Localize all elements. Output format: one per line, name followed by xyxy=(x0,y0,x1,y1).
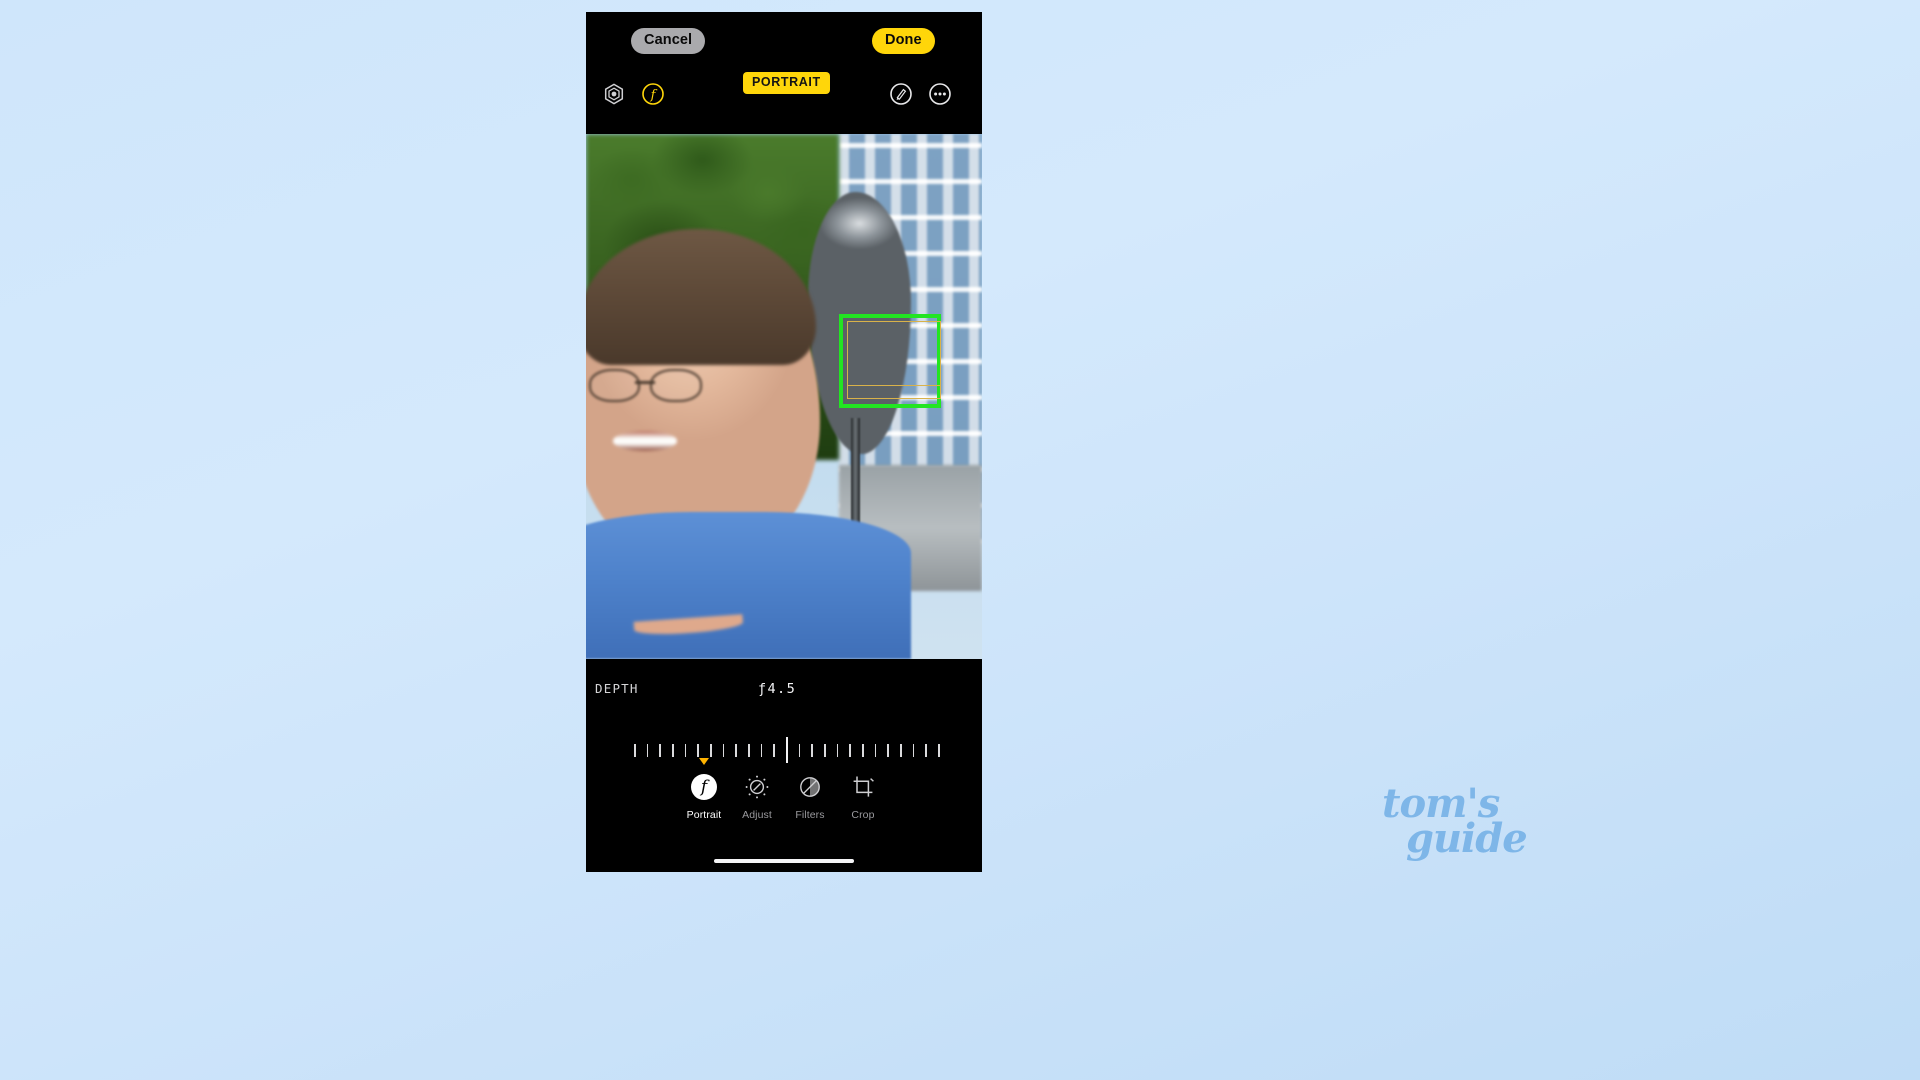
done-button[interactable]: Done xyxy=(872,28,935,54)
slider-tick xyxy=(646,744,649,757)
home-indicator[interactable] xyxy=(714,858,854,863)
slider-tick xyxy=(874,744,877,757)
cancel-button[interactable]: Cancel xyxy=(631,28,706,54)
focus-box-secondary[interactable] xyxy=(847,321,941,399)
svg-text:f: f xyxy=(650,88,658,103)
tab-crop[interactable]: Crop xyxy=(827,770,899,821)
glasses-bridge xyxy=(635,381,656,384)
slider-tick xyxy=(748,744,750,757)
editor-tab-bar: f Portrait Adjust Filters Crop xyxy=(586,758,982,844)
slider-tick xyxy=(659,744,661,757)
slider-tick xyxy=(735,744,737,757)
portrait-mode-badge[interactable]: PORTRAIT xyxy=(743,72,830,94)
page-root: Cancel Done f PORTRAIT DEPTH ƒ4.5 f Port… xyxy=(0,0,1920,1080)
slider-tick xyxy=(824,744,826,757)
slider-tick xyxy=(710,744,712,757)
slider-center-tick xyxy=(786,737,788,763)
slider-tick xyxy=(760,744,763,757)
slider-tick xyxy=(912,744,915,757)
slider-tick xyxy=(634,744,636,757)
depth-row: DEPTH ƒ4.5 xyxy=(586,681,982,701)
f-aperture-icon[interactable]: f xyxy=(641,82,665,106)
glasses-lens-left xyxy=(588,369,641,403)
depth-value: ƒ4.5 xyxy=(758,681,797,697)
photo-preview[interactable] xyxy=(586,134,982,659)
photo-subject-shirt xyxy=(586,512,911,659)
watermark-line-2: guide xyxy=(1406,815,1528,863)
tab-crop-label: Crop xyxy=(851,809,875,821)
editor-top-bar: Cancel Done f PORTRAIT xyxy=(586,12,982,134)
toms-guide-watermark: tom's guide xyxy=(1382,783,1550,863)
slider-tick xyxy=(900,744,902,757)
photo-subject-mouth xyxy=(613,431,678,451)
slider-tick xyxy=(925,744,927,757)
phone-screen: Cancel Done f PORTRAIT DEPTH ƒ4.5 f Port… xyxy=(586,12,982,872)
slider-tick xyxy=(722,744,725,757)
slider-tick xyxy=(811,744,813,757)
slider-tick xyxy=(887,744,889,757)
depth-label: DEPTH xyxy=(595,681,639,696)
slider-tick xyxy=(938,744,940,757)
slider-tick xyxy=(798,744,801,757)
photo-subject-collar xyxy=(633,614,744,637)
crop-icon xyxy=(827,770,899,804)
slider-tick xyxy=(697,744,699,757)
done-button-wrap: Done xyxy=(872,28,935,54)
editor-bottom-panel: DEPTH ƒ4.5 f Portrait Adjust Filters Cro… xyxy=(586,659,982,872)
active-tab-marker xyxy=(699,758,709,765)
depth-slider[interactable] xyxy=(634,731,940,765)
more-ellipsis-icon[interactable] xyxy=(928,82,952,106)
glasses-lens-right xyxy=(650,369,702,403)
cancel-button-wrap: Cancel xyxy=(631,28,706,54)
slider-tick xyxy=(672,744,674,757)
slider-tick xyxy=(773,744,775,757)
slider-tick xyxy=(849,744,851,757)
depth-hexagon-icon[interactable] xyxy=(602,82,626,106)
photo-subject-glasses xyxy=(588,369,702,403)
slider-tick xyxy=(862,744,864,757)
markup-pen-icon[interactable] xyxy=(889,82,913,106)
slider-tick xyxy=(836,744,839,757)
slider-tick xyxy=(684,744,687,757)
